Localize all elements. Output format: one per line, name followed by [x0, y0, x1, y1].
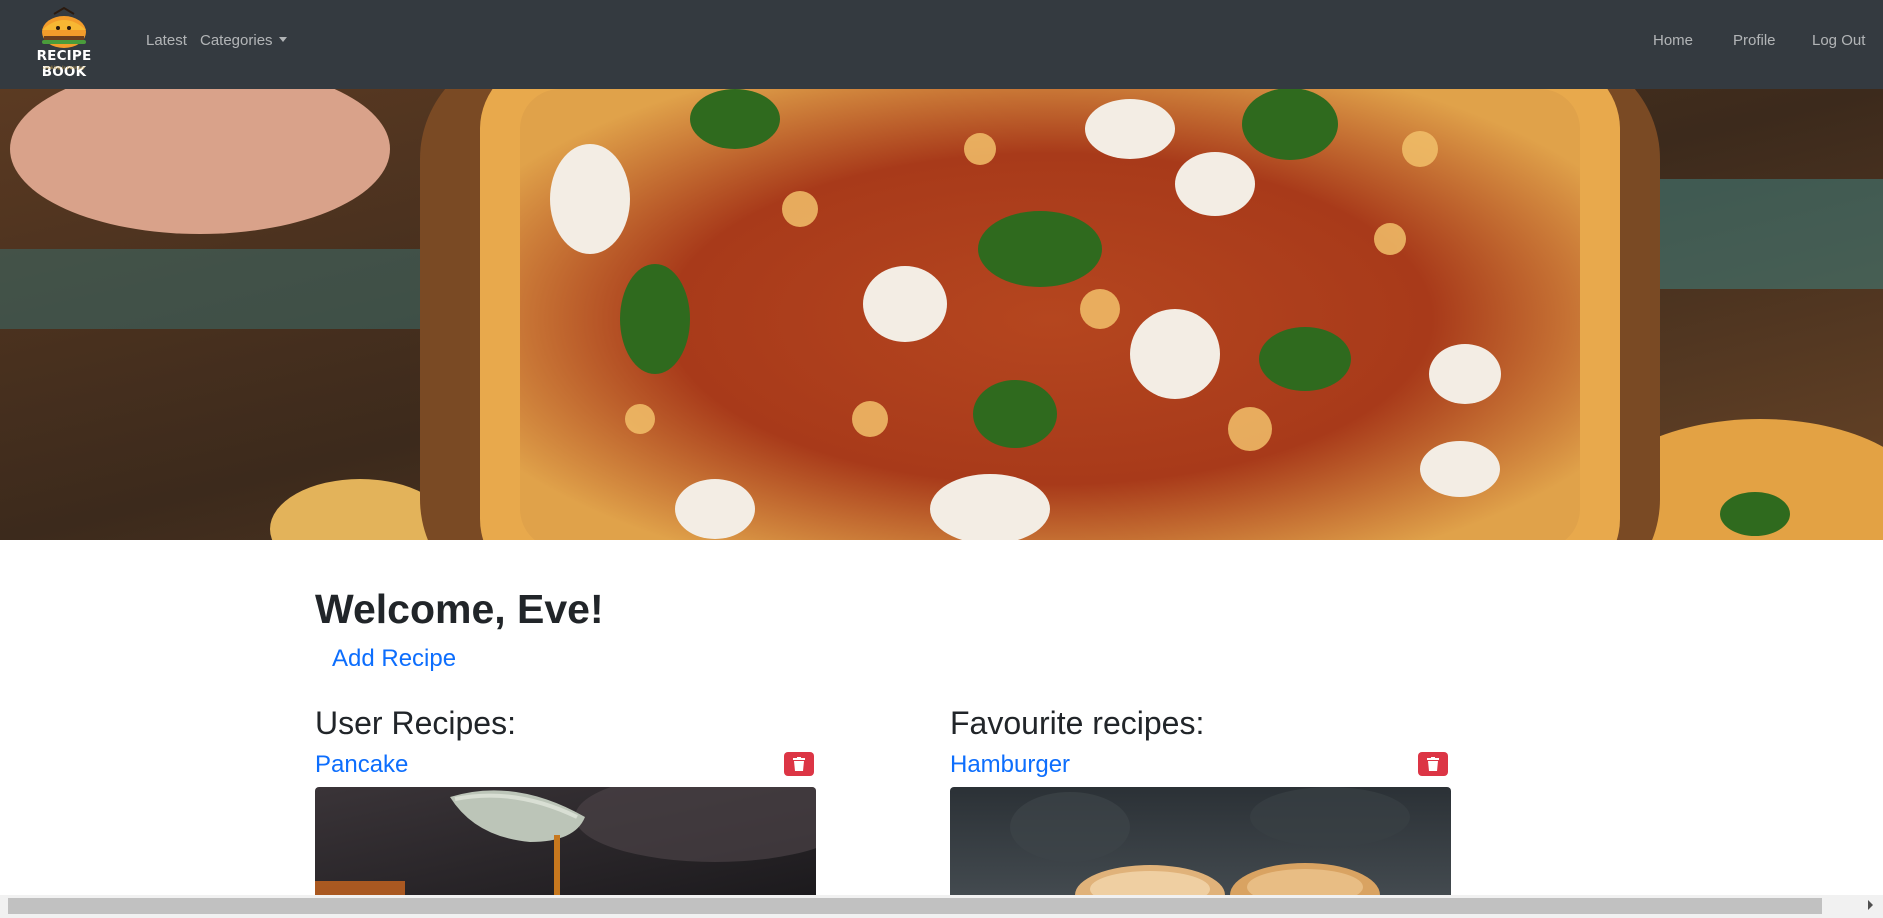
welcome-heading: Welcome, Eve!: [315, 586, 604, 632]
favourite-recipes-heading: Favourite recipes:: [950, 705, 1205, 741]
nav-logout[interactable]: Log Out: [1812, 31, 1865, 50]
delete-hamburger-button[interactable]: [1418, 752, 1448, 776]
recipe-link-pancake[interactable]: Pancake: [315, 751, 408, 779]
nav-categories-dropdown[interactable]: Categories: [200, 31, 287, 50]
brand-tagline: cooking is pure joy: [43, 65, 85, 71]
nav-categories-label: Categories: [200, 32, 273, 49]
hero-image: [0, 89, 1883, 540]
delete-pancake-button[interactable]: [784, 752, 814, 776]
navbar: RECIPE BOOK cooking is pure joy Latest C…: [0, 0, 1883, 89]
recipe-link-hamburger[interactable]: Hamburger: [950, 751, 1070, 779]
brand-title: RECIPE BOOK: [36, 48, 92, 80]
horizontal-scrollbar-thumb[interactable]: [8, 898, 1822, 914]
nav-profile[interactable]: Profile: [1733, 31, 1776, 50]
nav-latest[interactable]: Latest: [146, 31, 187, 50]
nav-home[interactable]: Home: [1653, 31, 1693, 50]
scroll-right-icon[interactable]: [1868, 900, 1873, 910]
add-recipe-link[interactable]: Add Recipe: [332, 645, 456, 673]
recipe-image-pancake[interactable]: [315, 787, 816, 895]
dropdown-caret-icon: [278, 37, 287, 42]
trash-icon: [793, 757, 805, 771]
recipe-image-hamburger[interactable]: [950, 787, 1451, 895]
brand-logo[interactable]: RECIPE BOOK cooking is pure joy: [18, 6, 110, 80]
trash-icon: [1427, 757, 1439, 771]
logo-icon: [42, 6, 86, 48]
user-recipes-heading: User Recipes:: [315, 705, 516, 741]
